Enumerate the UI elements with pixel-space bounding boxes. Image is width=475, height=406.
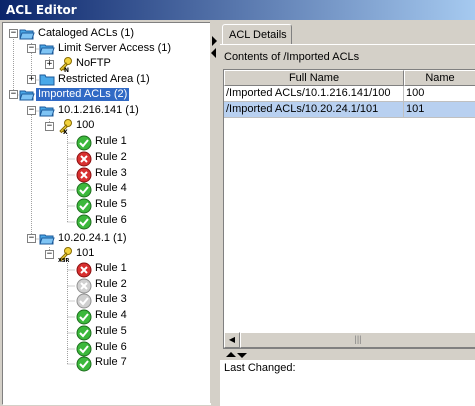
tree-node-rule[interactable]: Rule 3 (93, 167, 129, 180)
tree-node-ip-10-20-24-1[interactable]: 10.20.24.1 (1) (56, 232, 129, 245)
gray-x-icon (76, 278, 92, 294)
table-row[interactable]: /Imported ACLs/10.20.24.1/101 101 (224, 102, 475, 118)
green-check-icon (76, 135, 92, 151)
red-x-icon (76, 167, 92, 183)
cell-name: 100 (404, 86, 475, 102)
tree-node-noftp[interactable]: NoFTP (74, 57, 113, 70)
collapse-toggle[interactable]: − (27, 106, 36, 115)
panel-divider[interactable] (220, 352, 475, 360)
folder-open-icon (19, 90, 35, 101)
expand-left-arrow-icon[interactable] (211, 48, 216, 58)
svg-text:N: N (64, 67, 69, 72)
expand-toggle[interactable]: + (27, 75, 36, 84)
tree-node-rule[interactable]: Rule 1 (93, 135, 129, 148)
title-bar: ACL Editor (0, 0, 475, 20)
tree-node-acl-101[interactable]: 101 (74, 247, 96, 260)
tree-node-cataloged-acls[interactable]: Cataloged ACLs (1) (36, 27, 136, 40)
acl-details-panel: Contents of /Imported ACLs Full Name Nam… (220, 44, 475, 406)
last-changed-area: Last Changed: (220, 360, 475, 406)
table-row[interactable]: /Imported ACLs/10.1.216.141/100 100 (224, 86, 475, 102)
folder-open-icon (39, 234, 55, 245)
tree-node-rule[interactable]: Rule 6 (93, 341, 129, 354)
green-check-icon (76, 341, 92, 357)
scroll-thumb[interactable]: ||| (240, 332, 475, 348)
tree-node-rule[interactable]: Rule 6 (93, 214, 129, 227)
key-icon: X (59, 119, 72, 134)
green-check-icon (76, 214, 92, 230)
cell-full-name: /Imported ACLs/10.20.24.1/101 (224, 102, 404, 118)
collapse-up-arrow-icon[interactable] (226, 352, 236, 357)
key-icon: N (59, 57, 72, 72)
tree-node-rule[interactable]: Rule 2 (93, 151, 129, 164)
contents-label: Contents of /Imported ACLs (224, 51, 360, 63)
collapse-toggle[interactable]: − (45, 122, 54, 131)
collapse-down-arrow-icon[interactable] (237, 353, 247, 358)
folder-open-icon (39, 44, 55, 55)
last-changed-label: Last Changed: (224, 362, 296, 374)
tree-node-rule[interactable]: Rule 3 (93, 293, 129, 306)
tree-node-restricted-area[interactable]: Restricted Area (1) (56, 73, 152, 86)
window-title: ACL Editor (6, 3, 77, 17)
expand-right-arrow-icon[interactable] (212, 36, 217, 46)
acl-tree[interactable]: − Cataloged ACLs (1) − Limit Server Acce… (2, 22, 211, 405)
tree-node-rule[interactable]: Rule 1 (93, 262, 129, 275)
tree-node-rule[interactable]: Rule 5 (93, 325, 129, 338)
collapse-toggle[interactable]: − (9, 90, 18, 99)
tree-node-acl-100[interactable]: 100 (74, 119, 96, 132)
scroll-left-button[interactable]: ◀ (224, 332, 240, 348)
cell-full-name: /Imported ACLs/10.1.216.141/100 (224, 86, 404, 102)
tree-node-rule[interactable]: Rule 5 (93, 198, 129, 211)
green-check-icon (76, 325, 92, 341)
tree-node-rule[interactable]: Rule 4 (93, 309, 129, 322)
column-header-full-name[interactable]: Full Name (224, 70, 404, 86)
tree-node-ip-10-1-216-141[interactable]: 10.1.216.141 (1) (56, 104, 141, 117)
svg-text:X: X (63, 129, 68, 134)
tree-node-rule[interactable]: Rule 7 (93, 356, 129, 369)
folder-open-icon (19, 29, 35, 40)
green-check-icon (76, 198, 92, 214)
tree-node-rule[interactable]: Rule 4 (93, 182, 129, 195)
tree-node-limit-server-access[interactable]: Limit Server Access (1) (56, 42, 173, 55)
collapse-toggle[interactable]: − (27, 234, 36, 243)
column-header-name[interactable]: Name (404, 70, 475, 86)
contents-table[interactable]: Full Name Name /Imported ACLs/10.1.216.1… (223, 69, 475, 349)
green-check-icon (76, 182, 92, 198)
collapse-toggle[interactable]: − (45, 250, 54, 259)
tab-label: ACL Details (229, 29, 287, 41)
tree-node-imported-acls[interactable]: Imported ACLs (2) (36, 88, 130, 101)
red-x-icon (76, 262, 92, 278)
green-check-icon (76, 356, 92, 372)
collapse-toggle[interactable]: − (27, 44, 36, 53)
key-icon: XSR (58, 247, 72, 262)
green-check-icon (76, 309, 92, 325)
tab-acl-details[interactable]: ACL Details (222, 24, 292, 45)
expand-toggle[interactable]: + (45, 60, 54, 69)
collapse-toggle[interactable]: − (9, 29, 18, 38)
cell-name: 101 (404, 102, 475, 118)
pane-splitter[interactable] (210, 22, 220, 403)
red-x-icon (76, 151, 92, 167)
folder-open-icon (39, 106, 55, 117)
folder-icon (39, 74, 55, 86)
svg-text:XSR: XSR (58, 258, 69, 262)
tree-node-rule[interactable]: Rule 2 (93, 278, 129, 291)
gray-check-icon (76, 293, 92, 309)
horizontal-scrollbar[interactable]: ◀ ||| (224, 332, 475, 348)
